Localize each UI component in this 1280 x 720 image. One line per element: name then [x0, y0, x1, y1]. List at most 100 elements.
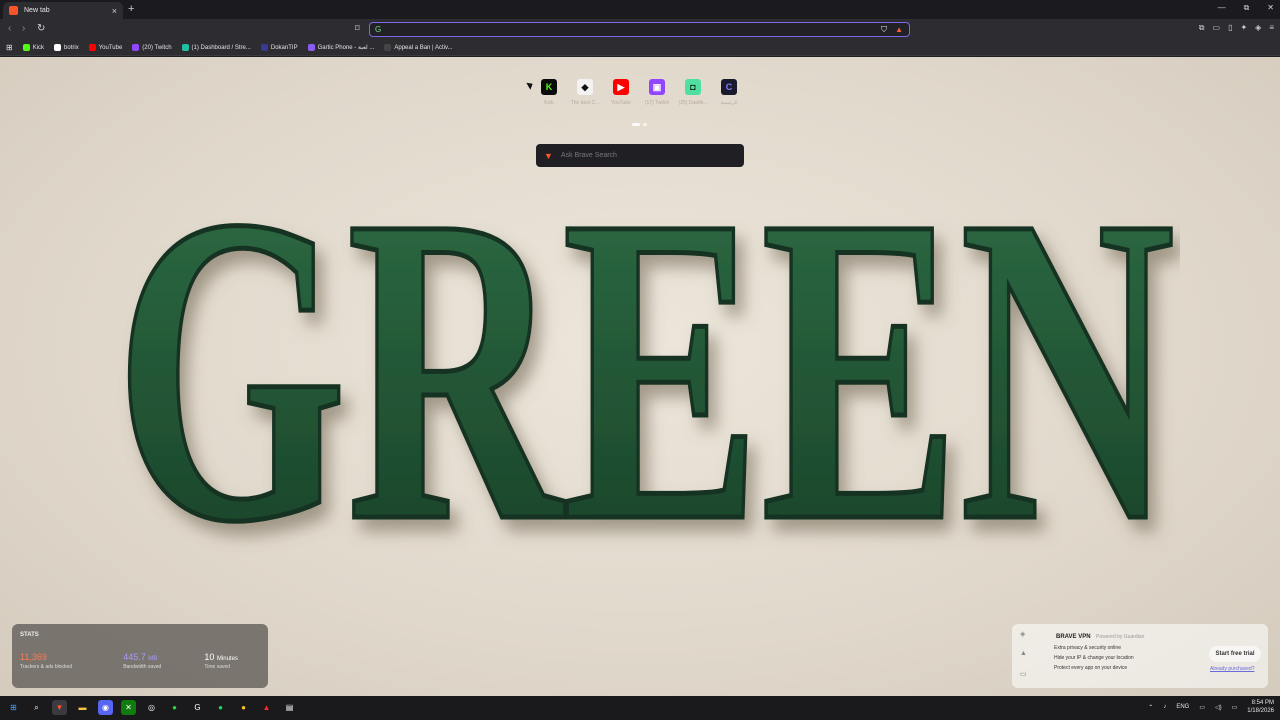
bandwidth-stat: 445.7 MB Bandwidth saved — [123, 652, 162, 670]
system-tray: ⌃ ♪ ENG ▭ ◁) ▭ 8:54 PM 1/18/2026 — [1148, 699, 1274, 715]
youtube-icon — [88, 44, 96, 51]
stats-heading: STATS — [20, 632, 39, 638]
rewards-triangle-icon[interactable]: ▲ — [1020, 650, 1027, 657]
streamlabs-icon — [181, 44, 189, 51]
top-site-youtube[interactable]: ▶ YouTube — [611, 79, 631, 106]
window-controls: — ⧉ ✕ — [1218, 3, 1274, 13]
botrix-icon — [54, 44, 62, 51]
search-placeholder: Ask Brave Search — [560, 152, 617, 159]
sidebar-icon[interactable]: ▯ — [1228, 23, 1232, 33]
restore-button[interactable]: ⧉ — [1244, 3, 1250, 13]
obs-icon[interactable]: ◎ — [144, 700, 159, 715]
bookmarks-bar: ⊞ Kick botrix YouTube (20) Twitch (1) Da… — [0, 40, 1280, 56]
apps-grid-icon[interactable]: ⊞ — [6, 43, 13, 52]
gartic-icon — [307, 44, 315, 51]
already-purchased-link[interactable]: Already purchased? — [1210, 666, 1254, 672]
vpn-title: BRAVE VPN — [1056, 634, 1091, 640]
diamond-icon: ◆ — [577, 79, 593, 95]
battery-icon[interactable]: ▭ — [1232, 704, 1238, 711]
hero-text: GREEN — [115, 157, 1175, 613]
volume-icon[interactable]: ◁) — [1215, 704, 1222, 711]
activision-icon — [384, 44, 392, 51]
windows-start-icon[interactable]: ⊞ — [6, 700, 21, 715]
xbox-app-icon[interactable]: ● — [167, 700, 182, 715]
wallet-icon[interactable]: ▭ — [1213, 23, 1221, 33]
reload-icon[interactable]: ↻ — [37, 23, 45, 34]
brave-shields-icon[interactable]: ⛉ — [881, 25, 887, 35]
dokantip-icon — [260, 44, 268, 51]
twitch-icon — [132, 44, 140, 51]
bookmark-youtube[interactable]: YouTube — [88, 44, 122, 51]
back-icon[interactable]: ‹ — [8, 23, 11, 34]
bookmark-dashboard[interactable]: (1) Dashboard / Stre... — [181, 44, 251, 51]
close-window-button[interactable]: ✕ — [1267, 3, 1274, 13]
vpn-icon[interactable]: ◈ — [1255, 23, 1261, 33]
adobe-icon[interactable]: ▲ — [259, 700, 274, 715]
browser-toolbar: ‹ › ↻ ⌑ G ⛉ ▲ ⧉ ▭ ▯ ✦ ◈ ≡ — [0, 19, 1280, 40]
kick-icon — [22, 44, 30, 51]
xbox-icon[interactable]: ✕ — [121, 700, 136, 715]
start-free-trial-button[interactable]: Start free trial — [1209, 646, 1261, 662]
kick-icon: K — [541, 79, 557, 95]
network-icon[interactable]: ▭ — [1199, 704, 1205, 711]
stats-widget: STATS 11,369 Trackers & ads blocked 445.… — [12, 624, 268, 688]
top-sites-pager[interactable] — [632, 123, 647, 126]
brave-vpn-widget: ◈ ▲ ▭ BRAVE VPN Powered by Guardian Extr… — [1012, 624, 1268, 688]
top-site-home-arabic[interactable]: C الرئيسية — [720, 79, 738, 106]
search-engine-icon: G — [375, 25, 382, 34]
search-icon[interactable]: ⌕ — [29, 700, 44, 715]
clock[interactable]: 8:54 PM 1/18/2026 — [1247, 699, 1274, 715]
forward-icon[interactable]: › — [22, 23, 25, 34]
task-manager-icon[interactable]: ▤ — [282, 700, 297, 715]
language-indicator[interactable]: ENG — [1176, 704, 1189, 710]
bookmark-botrix[interactable]: botrix — [54, 44, 79, 51]
cards-icon[interactable]: ▭ — [1020, 670, 1027, 678]
tab-new-tab[interactable]: New tab × — [3, 2, 123, 19]
new-tab-button[interactable]: + — [128, 3, 134, 15]
top-site-twitch[interactable]: ▣ (17) Twitch — [645, 79, 669, 106]
vpn-feature: Extra privacy & security online — [1054, 645, 1121, 651]
new-tab-page: GREEN K Kick ◆ The best C... ▶ YouTube ▣… — [0, 57, 1280, 696]
brave-lion-icon: ▼ — [544, 150, 553, 161]
background-image-green: GREEN — [113, 157, 1178, 616]
c-logo-icon: C — [721, 79, 737, 95]
brave-taskbar-icon[interactable]: ▼ — [52, 700, 67, 715]
bookmark-kick[interactable]: Kick — [22, 44, 44, 51]
streamlabs-icon: ◘ — [685, 79, 701, 95]
tray-chevron-icon[interactable]: ⌃ — [1148, 704, 1153, 711]
address-bar[interactable]: G ⛉ ▲ — [369, 22, 910, 37]
top-site-kick[interactable]: K Kick — [540, 79, 558, 106]
brave-search-box[interactable]: ▼ Ask Brave Search — [536, 144, 744, 167]
extensions-icon[interactable]: ⧉ — [1199, 23, 1205, 33]
spotify-icon[interactable]: ● — [213, 700, 228, 715]
top-site-the-best[interactable]: ◆ The best C... — [571, 79, 599, 106]
tab-close-button[interactable]: × — [112, 6, 117, 16]
time-stat: 10 Minutes Time saved — [204, 652, 238, 670]
yellow-app-icon[interactable]: ● — [236, 700, 251, 715]
file-explorer-icon[interactable]: ▬ — [75, 700, 90, 715]
vpn-shield-icon: ◈ — [1020, 631, 1026, 638]
trackers-stat: 11,369 Trackers & ads blocked — [20, 652, 73, 670]
bookmark-icon[interactable]: ⌑ — [355, 23, 360, 34]
g-app-icon[interactable]: G — [190, 700, 205, 715]
microphone-icon[interactable]: ♪ — [1163, 704, 1166, 710]
brave-rewards-icon[interactable]: ▲ — [895, 25, 903, 34]
top-site-dashboard[interactable]: ◘ (25) Dashb... — [679, 79, 707, 106]
brave-favicon-icon — [9, 6, 18, 15]
bookmark-gartic-phone[interactable]: Gartic Phone - لعبة ... — [307, 44, 374, 51]
menu-icon[interactable]: ≡ — [1269, 23, 1274, 33]
bookmark-twitch[interactable]: (20) Twitch — [132, 44, 172, 51]
minimize-button[interactable]: — — [1218, 3, 1226, 13]
tab-title: New tab — [24, 7, 50, 14]
twitch-icon: ▣ — [649, 79, 665, 95]
leo-icon[interactable]: ✦ — [1240, 23, 1247, 33]
windows-taskbar: ⊞ ⌕ ▼ ▬ ◉ ✕ ◎ ● G ● ● ▲ ▤ ⌃ ♪ ENG ▭ ◁) ▭… — [0, 696, 1280, 720]
bookmark-appeal-ban[interactable]: Appeal a Ban | Activ... — [384, 44, 453, 51]
youtube-icon: ▶ — [613, 79, 629, 95]
tab-strip: New tab × + — ⧉ ✕ — [0, 0, 1280, 19]
vpn-powered-by: Powered by Guardian — [1096, 634, 1145, 640]
mouse-cursor-icon — [526, 80, 535, 90]
bookmark-dokantip[interactable]: DokanTIP — [260, 44, 298, 51]
vpn-feature: Hide your IP & change your location — [1054, 655, 1134, 661]
discord-icon[interactable]: ◉ — [98, 700, 113, 715]
